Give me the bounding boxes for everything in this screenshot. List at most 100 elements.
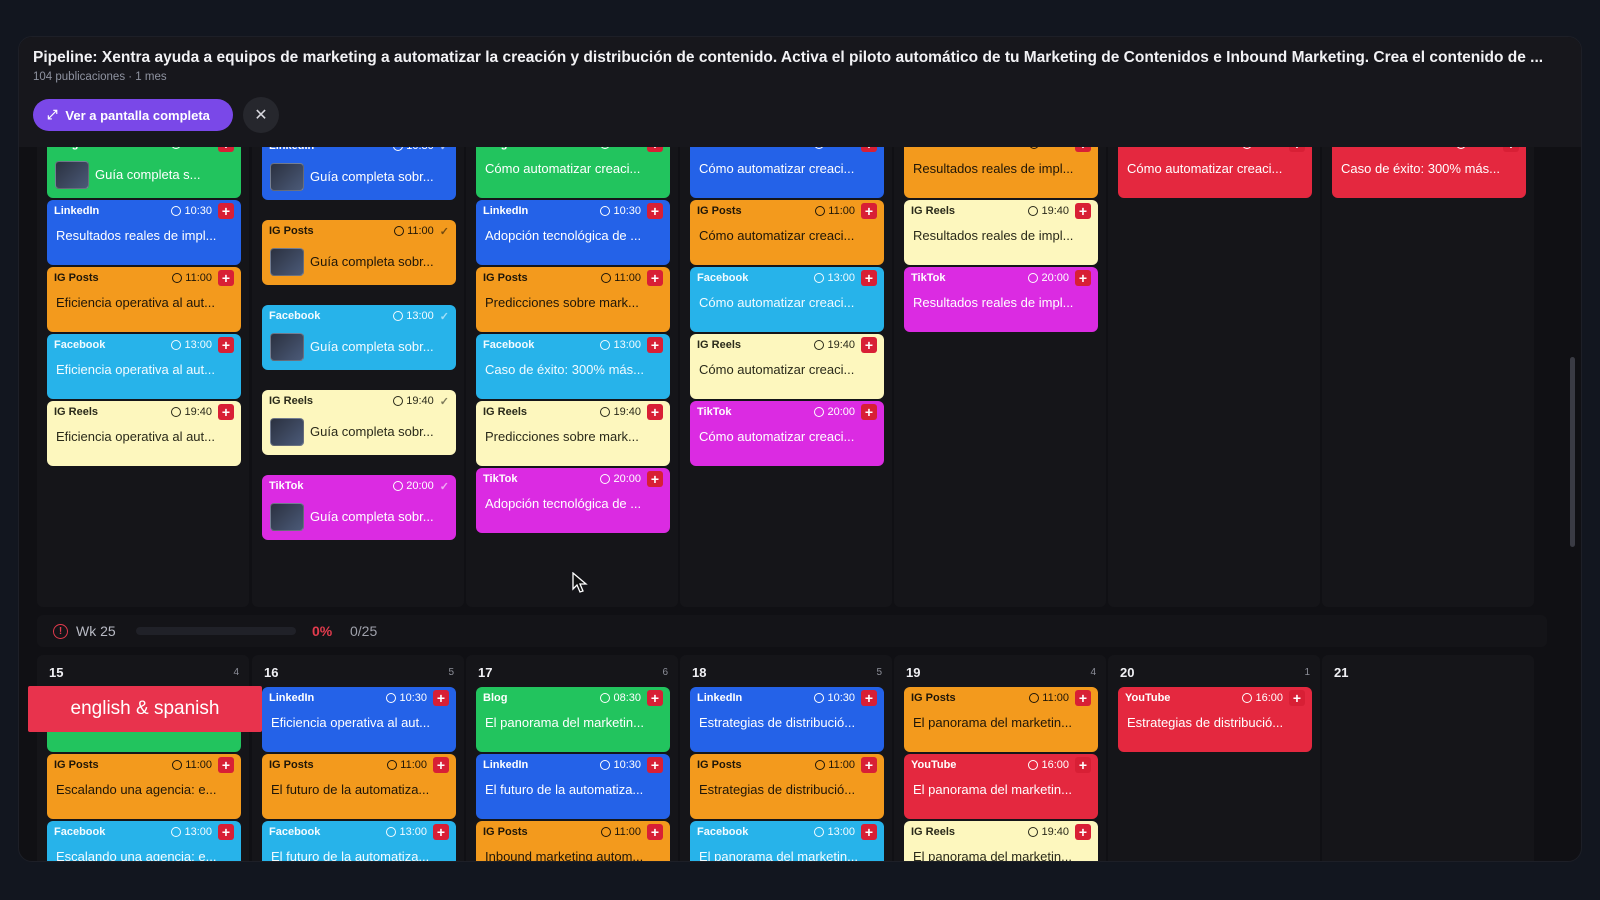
post-card[interactable]: IG Posts 11:00 + Estrategias de distribució…	[690, 754, 884, 819]
add-post-icon[interactable]: +	[861, 147, 877, 152]
post-time: 10:30	[171, 205, 212, 217]
platform-label: Facebook	[54, 826, 106, 838]
post-card[interactable]: LinkedIn 10:30 ✓ Guía completa sobr...	[262, 147, 456, 200]
post-card[interactable]: IG Reels 19:40 ✓ Guía completa sobr...	[262, 390, 456, 455]
post-title: Estrategias de distribució...	[699, 715, 856, 730]
clock-icon	[1028, 273, 1039, 283]
post-card[interactable]: IG Reels 19:40 + Eficiencia operativa al au…	[47, 401, 241, 466]
post-card[interactable]: Blog 08:00 + Guía completa s...	[47, 147, 241, 198]
add-post-icon[interactable]: +	[433, 690, 449, 706]
post-card[interactable]: IG Reels 19:40 + Predicciones sobre mark...	[476, 401, 670, 466]
vertical-scrollbar[interactable]	[1570, 357, 1575, 547]
post-card[interactable]: IG Posts 11:00 + El futuro de la automatiza…	[262, 754, 456, 819]
post-time-value: 10:30	[827, 147, 855, 150]
post-card[interactable]: LinkedIn 10:30 + Resultados reales de impl.…	[47, 200, 241, 265]
add-post-icon[interactable]: +	[433, 824, 449, 840]
post-card[interactable]: IG Posts 11:00 + Eficiencia operativa al au…	[47, 267, 241, 332]
clock-icon	[815, 206, 826, 216]
add-post-icon[interactable]: +	[433, 757, 449, 773]
post-card[interactable]: Facebook 13:00 ✓ Guía completa sobr...	[262, 305, 456, 370]
post-card[interactable]: LinkedIn 10:30 + Cómo automatizar creaci...	[690, 147, 884, 198]
post-time-value: 13:00	[184, 339, 212, 351]
add-post-icon[interactable]: +	[861, 270, 877, 286]
fullscreen-label: Ver a pantalla completa	[65, 107, 210, 123]
add-post-icon[interactable]: +	[1075, 270, 1091, 286]
add-post-icon[interactable]: +	[218, 824, 234, 840]
post-card[interactable]: YouTube 16:00 + Caso de éxito: 300% más...	[1332, 147, 1526, 198]
post-card[interactable]: TikTok 20:00 + Adopción tecnológica de ...	[476, 468, 670, 533]
post-card-header: Facebook 13:00 +	[47, 821, 241, 843]
add-post-icon[interactable]: +	[647, 270, 663, 286]
add-post-icon[interactable]: +	[1289, 147, 1305, 152]
post-card[interactable]: LinkedIn 10:30 + Adopción tecnológica de ..…	[476, 200, 670, 265]
post-card[interactable]: IG Reels 19:40 + Resultados reales de impl.…	[904, 200, 1098, 265]
post-card[interactable]: TikTok 20:00 + Resultados reales de impl...	[904, 267, 1098, 332]
close-button[interactable]: ✕	[243, 97, 279, 133]
add-post-icon[interactable]: +	[861, 404, 877, 420]
post-card[interactable]: Blog 08:30 + Cómo automatizar creaci...	[476, 147, 670, 198]
post-card[interactable]: Facebook 13:00 + Escalando una agencia: e..…	[47, 821, 241, 861]
add-post-icon[interactable]: +	[218, 404, 234, 420]
add-post-icon[interactable]: +	[861, 757, 877, 773]
add-post-icon[interactable]: +	[861, 203, 877, 219]
add-post-icon[interactable]: +	[218, 270, 234, 286]
post-card[interactable]: IG Posts 11:00 + Cómo automatizar creaci...	[690, 200, 884, 265]
add-post-icon[interactable]: +	[1289, 690, 1305, 706]
add-post-icon[interactable]: +	[647, 337, 663, 353]
add-post-icon[interactable]: +	[218, 757, 234, 773]
post-thumbnail	[270, 503, 304, 531]
add-post-icon[interactable]: +	[218, 337, 234, 353]
add-post-icon[interactable]: +	[647, 757, 663, 773]
add-post-icon[interactable]: +	[1075, 824, 1091, 840]
add-post-icon[interactable]: +	[1075, 203, 1091, 219]
add-post-icon[interactable]: +	[861, 690, 877, 706]
calendar-grid[interactable]: Blog 08:00 + Guía completa s... LinkedIn 10:3…	[19, 147, 1581, 862]
post-title: El panorama del marketin...	[913, 849, 1072, 862]
post-card-header: IG Reels 19:40 +	[476, 401, 670, 423]
post-card[interactable]: LinkedIn 10:30 + El futuro de la automatiza…	[476, 754, 670, 819]
post-card[interactable]: TikTok 20:00 + Cómo automatizar creaci...	[690, 401, 884, 466]
post-card[interactable]: IG Posts 11:00 ✓ Guía completa sobr...	[262, 220, 456, 285]
platform-label: YouTube	[911, 759, 957, 771]
add-post-icon[interactable]: +	[647, 824, 663, 840]
post-card[interactable]: Facebook 13:00 + El panorama del marketin..…	[690, 821, 884, 861]
post-card[interactable]: Facebook 13:00 + Caso de éxito: 300% más...	[476, 334, 670, 399]
add-post-icon[interactable]: +	[647, 203, 663, 219]
post-card[interactable]: IG Reels 19:40 + El panorama del marketin..…	[904, 821, 1098, 862]
post-card[interactable]: YouTube 16:00 + Cómo automatizar creaci...	[1118, 147, 1312, 198]
add-post-icon[interactable]: +	[647, 404, 663, 420]
post-card[interactable]: TikTok 20:00 ✓ Guía completa sobr...	[262, 475, 456, 540]
add-post-icon[interactable]: +	[1075, 757, 1091, 773]
post-card[interactable]: IG Reels 19:40 + Cómo automatizar creaci...	[690, 334, 884, 399]
post-card[interactable]: LinkedIn 10:30 + Eficiencia operativa al au…	[262, 687, 456, 752]
post-card[interactable]: Facebook 13:00 + Cómo automatizar creaci...	[690, 267, 884, 332]
day-number: 20	[1120, 665, 1135, 680]
post-card[interactable]: IG Posts 11:00 + Predicciones sobre mark...	[476, 267, 670, 332]
post-card[interactable]: IG Posts 11:00 + El panorama del marketin..…	[904, 687, 1098, 752]
add-post-icon[interactable]: +	[861, 337, 877, 353]
add-post-icon[interactable]: +	[647, 471, 663, 487]
post-time-value: 08:30	[613, 692, 641, 704]
post-card[interactable]: IG Posts 11:00 + Escalando una agencia: e..…	[47, 754, 241, 819]
fullscreen-button[interactable]: ⤢ Ver a pantalla completa	[33, 99, 233, 131]
mouse-cursor-icon	[572, 572, 588, 593]
add-post-icon[interactable]: +	[1503, 147, 1519, 152]
post-card[interactable]: Blog 08:30 + El panorama del marketin...	[476, 687, 670, 752]
add-post-icon[interactable]: +	[1075, 690, 1091, 706]
post-card[interactable]: Facebook 13:00 + El futuro de la automatiza…	[262, 821, 456, 861]
add-post-icon[interactable]: +	[647, 147, 663, 152]
add-post-icon[interactable]: +	[1075, 147, 1091, 152]
post-card-header: IG Reels 19:40 ✓	[262, 390, 456, 412]
add-post-icon[interactable]: +	[647, 690, 663, 706]
post-card[interactable]: Facebook 13:00 + Eficiencia operativa al au…	[47, 334, 241, 399]
post-card[interactable]: YouTube 16:00 + El panorama del marketin...	[904, 754, 1098, 819]
add-post-icon[interactable]: +	[218, 147, 234, 152]
post-card[interactable]: YouTube 16:00 + Estrategias de distribució.…	[1118, 687, 1312, 752]
add-post-icon[interactable]: +	[861, 824, 877, 840]
post-card[interactable]: LinkedIn 10:30 + Estrategias de distribució…	[690, 687, 884, 752]
post-card[interactable]: IG Posts 11:00 + Inbound marketing autom...	[476, 821, 670, 861]
post-time: 10:30	[386, 692, 427, 704]
day-column: 21	[1322, 655, 1534, 861]
post-card[interactable]: IG Posts 11:00 + Resultados reales de impl.…	[904, 147, 1098, 198]
add-post-icon[interactable]: +	[218, 203, 234, 219]
